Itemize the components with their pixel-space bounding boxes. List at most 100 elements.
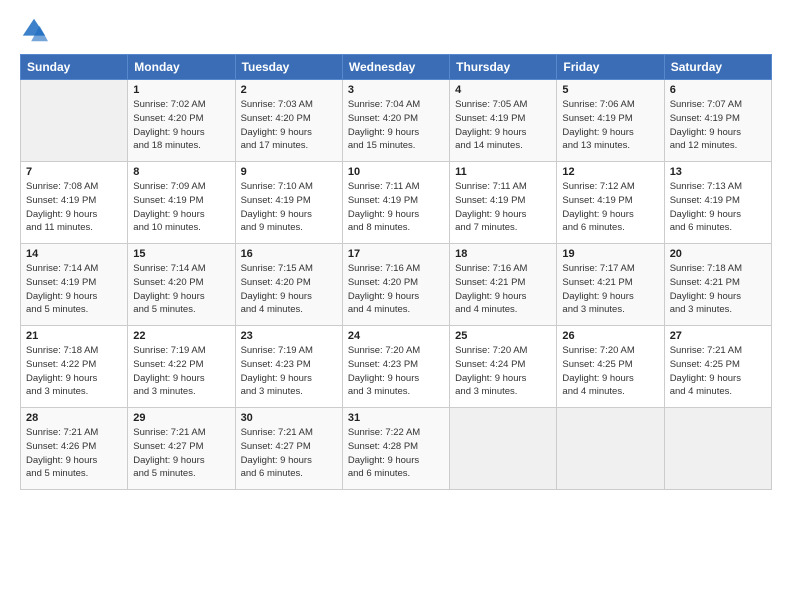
day-detail: Sunrise: 7:11 AM Sunset: 4:19 PM Dayligh…	[348, 180, 444, 235]
calendar-header-wednesday: Wednesday	[342, 55, 449, 80]
day-detail: Sunrise: 7:21 AM Sunset: 4:26 PM Dayligh…	[26, 426, 122, 481]
calendar-cell: 22 Sunrise: 7:19 AM Sunset: 4:22 PM Dayli…	[128, 326, 235, 408]
calendar-header-sunday: Sunday	[21, 55, 128, 80]
calendar-cell: 14 Sunrise: 7:14 AM Sunset: 4:19 PM Dayli…	[21, 244, 128, 326]
calendar-cell	[450, 408, 557, 490]
calendar-cell	[664, 408, 771, 490]
calendar-cell	[21, 80, 128, 162]
calendar-header-friday: Friday	[557, 55, 664, 80]
day-detail: Sunrise: 7:02 AM Sunset: 4:20 PM Dayligh…	[133, 98, 229, 153]
day-detail: Sunrise: 7:08 AM Sunset: 4:19 PM Dayligh…	[26, 180, 122, 235]
day-number: 4	[455, 84, 551, 96]
day-detail: Sunrise: 7:11 AM Sunset: 4:19 PM Dayligh…	[455, 180, 551, 235]
day-number: 19	[562, 248, 658, 260]
day-number: 30	[241, 412, 337, 424]
calendar-cell: 12 Sunrise: 7:12 AM Sunset: 4:19 PM Dayli…	[557, 162, 664, 244]
day-detail: Sunrise: 7:22 AM Sunset: 4:28 PM Dayligh…	[348, 426, 444, 481]
day-detail: Sunrise: 7:14 AM Sunset: 4:19 PM Dayligh…	[26, 262, 122, 317]
calendar-cell: 25 Sunrise: 7:20 AM Sunset: 4:24 PM Dayli…	[450, 326, 557, 408]
calendar-week-2: 7 Sunrise: 7:08 AM Sunset: 4:19 PM Daylig…	[21, 162, 772, 244]
calendar-header-saturday: Saturday	[664, 55, 771, 80]
day-number: 10	[348, 166, 444, 178]
day-detail: Sunrise: 7:20 AM Sunset: 4:23 PM Dayligh…	[348, 344, 444, 399]
calendar-cell: 9 Sunrise: 7:10 AM Sunset: 4:19 PM Daylig…	[235, 162, 342, 244]
day-detail: Sunrise: 7:09 AM Sunset: 4:19 PM Dayligh…	[133, 180, 229, 235]
calendar-cell: 19 Sunrise: 7:17 AM Sunset: 4:21 PM Dayli…	[557, 244, 664, 326]
calendar-week-3: 14 Sunrise: 7:14 AM Sunset: 4:19 PM Dayli…	[21, 244, 772, 326]
day-number: 2	[241, 84, 337, 96]
calendar-cell: 6 Sunrise: 7:07 AM Sunset: 4:19 PM Daylig…	[664, 80, 771, 162]
day-detail: Sunrise: 7:21 AM Sunset: 4:25 PM Dayligh…	[670, 344, 766, 399]
calendar-cell: 8 Sunrise: 7:09 AM Sunset: 4:19 PM Daylig…	[128, 162, 235, 244]
calendar-cell: 5Sunrise: 7:06 AM Sunset: 4:19 PM Daylig…	[557, 80, 664, 162]
day-detail: Sunrise: 7:07 AM Sunset: 4:19 PM Dayligh…	[670, 98, 766, 153]
day-detail: Sunrise: 7:05 AM Sunset: 4:19 PM Dayligh…	[455, 98, 551, 153]
day-detail: Sunrise: 7:20 AM Sunset: 4:25 PM Dayligh…	[562, 344, 658, 399]
calendar-header-monday: Monday	[128, 55, 235, 80]
calendar-cell: 3 Sunrise: 7:04 AM Sunset: 4:20 PM Daylig…	[342, 80, 449, 162]
day-detail: Sunrise: 7:10 AM Sunset: 4:19 PM Dayligh…	[241, 180, 337, 235]
day-number: 14	[26, 248, 122, 260]
day-detail: Sunrise: 7:20 AM Sunset: 4:24 PM Dayligh…	[455, 344, 551, 399]
day-detail: Sunrise: 7:16 AM Sunset: 4:21 PM Dayligh…	[455, 262, 551, 317]
day-detail: Sunrise: 7:16 AM Sunset: 4:20 PM Dayligh…	[348, 262, 444, 317]
day-number: 9	[241, 166, 337, 178]
day-number: 31	[348, 412, 444, 424]
day-number: 7	[26, 166, 122, 178]
calendar-cell: 4 Sunrise: 7:05 AM Sunset: 4:19 PM Daylig…	[450, 80, 557, 162]
calendar-week-4: 21 Sunrise: 7:18 AM Sunset: 4:22 PM Dayli…	[21, 326, 772, 408]
day-detail: Sunrise: 7:18 AM Sunset: 4:22 PM Dayligh…	[26, 344, 122, 399]
day-detail: Sunrise: 7:19 AM Sunset: 4:22 PM Dayligh…	[133, 344, 229, 399]
calendar-header-row: SundayMondayTuesdayWednesdayThursdayFrid…	[21, 55, 772, 80]
calendar-cell: 29Sunrise: 7:21 AM Sunset: 4:27 PM Dayli…	[128, 408, 235, 490]
day-detail: Sunrise: 7:15 AM Sunset: 4:20 PM Dayligh…	[241, 262, 337, 317]
day-number: 12	[562, 166, 658, 178]
day-number: 17	[348, 248, 444, 260]
day-number: 23	[241, 330, 337, 342]
calendar-cell: 27 Sunrise: 7:21 AM Sunset: 4:25 PM Dayli…	[664, 326, 771, 408]
day-detail: Sunrise: 7:12 AM Sunset: 4:19 PM Dayligh…	[562, 180, 658, 235]
day-detail: Sunrise: 7:21 AM Sunset: 4:27 PM Dayligh…	[241, 426, 337, 481]
day-detail: Sunrise: 7:17 AM Sunset: 4:21 PM Dayligh…	[562, 262, 658, 317]
day-number: 16	[241, 248, 337, 260]
day-number: 22	[133, 330, 229, 342]
day-number: 15	[133, 248, 229, 260]
calendar-cell: 31 Sunrise: 7:22 AM Sunset: 4:28 PM Dayli…	[342, 408, 449, 490]
calendar-header-tuesday: Tuesday	[235, 55, 342, 80]
day-detail: Sunrise: 7:04 AM Sunset: 4:20 PM Dayligh…	[348, 98, 444, 153]
calendar-cell: 18 Sunrise: 7:16 AM Sunset: 4:21 PM Dayli…	[450, 244, 557, 326]
day-number: 28	[26, 412, 122, 424]
day-number: 11	[455, 166, 551, 178]
day-detail: Sunrise: 7:19 AM Sunset: 4:23 PM Dayligh…	[241, 344, 337, 399]
calendar-cell: 17 Sunrise: 7:16 AM Sunset: 4:20 PM Dayli…	[342, 244, 449, 326]
day-number: 25	[455, 330, 551, 342]
day-number: 3	[348, 84, 444, 96]
logo	[20, 16, 52, 44]
day-detail: Sunrise: 7:03 AM Sunset: 4:20 PM Dayligh…	[241, 98, 337, 153]
day-number: 18	[455, 248, 551, 260]
day-number: 29	[133, 412, 229, 424]
calendar-cell: 16 Sunrise: 7:15 AM Sunset: 4:20 PM Dayli…	[235, 244, 342, 326]
calendar-cell: 11 Sunrise: 7:11 AM Sunset: 4:19 PM Dayli…	[450, 162, 557, 244]
calendar-header-thursday: Thursday	[450, 55, 557, 80]
day-number: 1	[133, 84, 229, 96]
header	[20, 16, 772, 44]
day-number: 6	[670, 84, 766, 96]
calendar-cell: 15 Sunrise: 7:14 AM Sunset: 4:20 PM Dayli…	[128, 244, 235, 326]
page: SundayMondayTuesdayWednesdayThursdayFrid…	[0, 0, 792, 612]
calendar-cell: 30 Sunrise: 7:21 AM Sunset: 4:27 PM Dayli…	[235, 408, 342, 490]
calendar-cell: 26Sunrise: 7:20 AM Sunset: 4:25 PM Dayli…	[557, 326, 664, 408]
logo-icon	[20, 16, 48, 44]
calendar-cell: 1 Sunrise: 7:02 AM Sunset: 4:20 PM Daylig…	[128, 80, 235, 162]
day-number: 27	[670, 330, 766, 342]
day-detail: Sunrise: 7:18 AM Sunset: 4:21 PM Dayligh…	[670, 262, 766, 317]
day-number: 8	[133, 166, 229, 178]
calendar-cell: 20Sunrise: 7:18 AM Sunset: 4:21 PM Dayli…	[664, 244, 771, 326]
day-number: 21	[26, 330, 122, 342]
calendar-cell: 21 Sunrise: 7:18 AM Sunset: 4:22 PM Dayli…	[21, 326, 128, 408]
calendar-cell: 24Sunrise: 7:20 AM Sunset: 4:23 PM Dayli…	[342, 326, 449, 408]
day-detail: Sunrise: 7:14 AM Sunset: 4:20 PM Dayligh…	[133, 262, 229, 317]
calendar-table: SundayMondayTuesdayWednesdayThursdayFrid…	[20, 54, 772, 490]
day-number: 5	[562, 84, 658, 96]
day-detail: Sunrise: 7:13 AM Sunset: 4:19 PM Dayligh…	[670, 180, 766, 235]
